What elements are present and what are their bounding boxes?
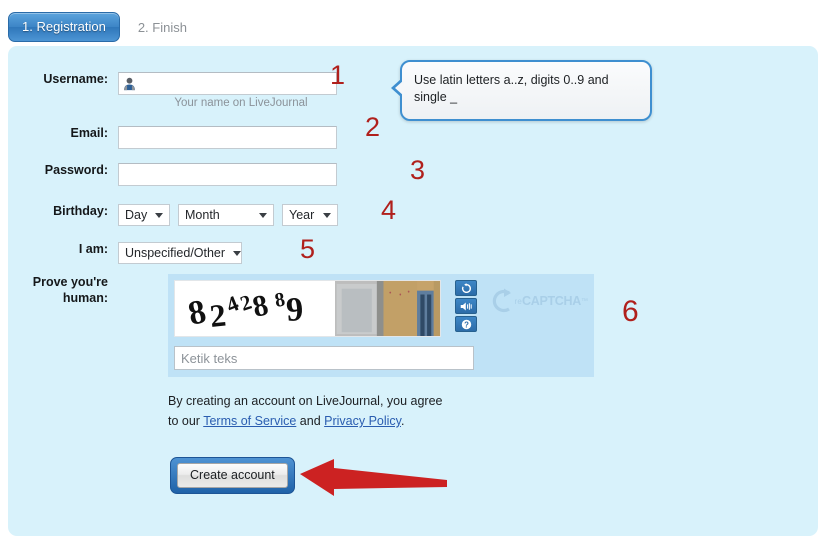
- annotation-6: 6: [622, 295, 639, 328]
- captcha-text-input[interactable]: [174, 346, 474, 370]
- captcha-digits: 8 2 4 2 8 8 9: [175, 281, 335, 336]
- terms-line2-prefix: to our: [168, 414, 204, 428]
- birthday-label: Birthday:: [53, 204, 108, 218]
- username-label: Username:: [43, 72, 108, 86]
- password-input[interactable]: [118, 163, 337, 186]
- gender-select[interactable]: Unspecified/Other: [118, 242, 242, 264]
- birthday-month-select[interactable]: Month: [178, 204, 274, 226]
- recaptcha-widget: 8 2 4 2 8 8 9 ? re CAPTCHA ™ Ketik teks: [168, 274, 594, 377]
- email-row: Email:: [8, 126, 337, 149]
- tab-finish[interactable]: 2. Finish: [134, 14, 191, 41]
- gender-row: I am: Unspecified/Other: [8, 242, 242, 264]
- recaptcha-brand-prefix: re: [514, 296, 522, 306]
- birthday-row: Birthday: Day Month Year: [8, 204, 338, 226]
- refresh-icon[interactable]: [455, 280, 478, 296]
- user-icon: [124, 77, 135, 91]
- gender-label: I am:: [78, 242, 108, 256]
- svg-text:?: ?: [464, 320, 469, 329]
- captcha-distorted-text: 8 2 4 2 8 8 9: [185, 288, 305, 334]
- tab-registration[interactable]: 1. Registration: [8, 12, 120, 42]
- annotation-5: 5: [300, 234, 316, 264]
- gender-value: Unspecified/Other: [125, 246, 226, 260]
- recaptcha-trademark: ™: [581, 297, 588, 305]
- chevron-down-icon: [323, 212, 331, 218]
- audio-icon[interactable]: [455, 298, 478, 314]
- captcha-challenge-image: 8 2 4 2 8 8 9: [174, 280, 442, 337]
- birthday-day-select[interactable]: Day: [118, 204, 170, 226]
- username-hint: Your name on LiveJournal: [174, 97, 308, 109]
- terms-period: .: [401, 414, 405, 428]
- registration-page: 1. Registration 2. Finish Username: Your…: [0, 0, 826, 545]
- terms-line1: By creating an account on LiveJournal, y…: [168, 394, 443, 408]
- username-tooltip-text: Use latin letters a..z, digits 0..9 and …: [414, 73, 609, 104]
- annotation-4: 4: [381, 195, 397, 225]
- email-input[interactable]: [118, 126, 337, 149]
- birthday-year-select[interactable]: Year: [282, 204, 338, 226]
- terms-of-service-link[interactable]: Terms of Service: [203, 414, 296, 428]
- birthday-year-value: Year: [289, 208, 315, 222]
- terms-conjunction: and: [296, 414, 325, 428]
- email-label: Email:: [70, 126, 108, 140]
- create-account-focus-ring: Create account: [170, 457, 295, 494]
- captcha-row: Prove you're human:: [8, 274, 118, 306]
- password-label: Password:: [44, 163, 108, 177]
- birthday-month-value: Month: [185, 208, 220, 222]
- username-tooltip: Use latin letters a..z, digits 0..9 and …: [391, 60, 652, 121]
- captcha-controls: ?: [455, 280, 478, 332]
- help-icon[interactable]: ?: [455, 316, 478, 332]
- create-account-button[interactable]: Create account: [177, 463, 288, 488]
- step-tabs: 1. Registration 2. Finish: [8, 12, 191, 42]
- username-row: Username: Your name on LiveJournal: [8, 72, 337, 109]
- captcha-label: Prove you're human:: [8, 274, 118, 306]
- recaptcha-logo: re CAPTCHA ™: [491, 286, 588, 316]
- chevron-down-icon: [155, 212, 164, 218]
- annotation-2: 2: [365, 112, 381, 142]
- password-row: Password:: [8, 163, 337, 186]
- captcha-streetview-photo: [335, 281, 441, 336]
- username-input[interactable]: [118, 72, 337, 95]
- chevron-down-icon: [259, 212, 267, 218]
- terms-text: By creating an account on LiveJournal, y…: [168, 391, 498, 431]
- svg-text:8: 8: [185, 293, 209, 333]
- recaptcha-brand-text: CAPTCHA: [521, 294, 581, 308]
- svg-text:8: 8: [250, 288, 272, 323]
- annotation-1: 1: [330, 60, 346, 90]
- captcha-label-line1: Prove you're: [32, 275, 108, 289]
- captcha-label-line2: human:: [62, 291, 108, 305]
- chevron-down-icon: [233, 250, 242, 256]
- svg-text:9: 9: [285, 291, 305, 329]
- privacy-policy-link[interactable]: Privacy Policy: [324, 414, 401, 428]
- annotation-3: 3: [410, 155, 426, 185]
- annotation-arrow: [300, 459, 447, 496]
- birthday-day-value: Day: [125, 208, 148, 222]
